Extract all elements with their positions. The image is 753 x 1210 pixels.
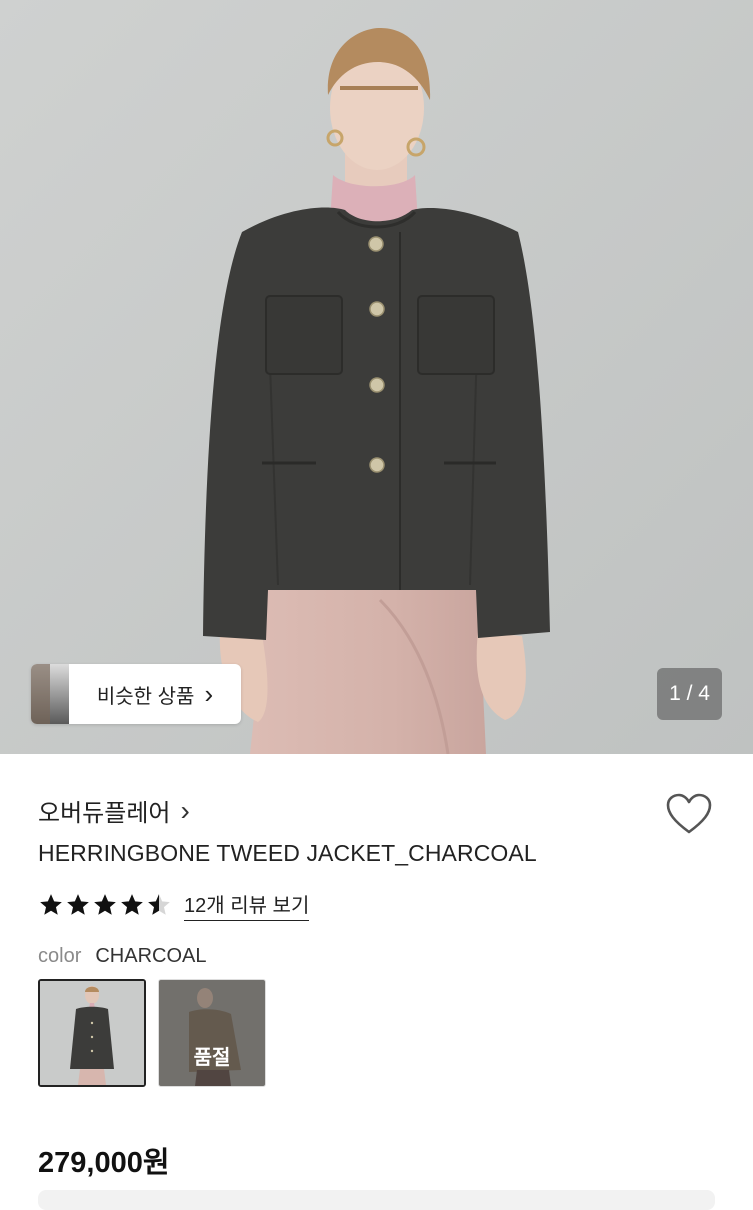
brand-link[interactable]: 오버듀플레어 › bbox=[38, 793, 190, 828]
product-photo bbox=[0, 0, 753, 754]
heart-icon[interactable] bbox=[664, 790, 714, 840]
swatch-charcoal[interactable] bbox=[38, 979, 146, 1087]
bottom-bar bbox=[38, 1190, 715, 1210]
star-icon bbox=[121, 894, 143, 915]
product-image-carousel[interactable]: 비슷한 상품 › 1 / 4 bbox=[0, 0, 753, 754]
star-icon bbox=[67, 894, 89, 915]
swatch-charcoal-thumbnail bbox=[40, 981, 144, 1085]
color-value: CHARCOAL bbox=[95, 945, 207, 967]
image-pager: 1 / 4 bbox=[657, 668, 722, 720]
similar-products-button[interactable]: 비슷한 상품 › bbox=[31, 664, 241, 724]
product-title: HERRINGBONE TWEED JACKET_CHARCOAL bbox=[38, 840, 537, 866]
product-price: 279,000원 bbox=[38, 1147, 170, 1179]
color-swatches: 품절 bbox=[38, 979, 266, 1087]
soldout-label: 품절 bbox=[159, 980, 265, 1086]
chevron-right-icon: › bbox=[180, 794, 190, 826]
chevron-right-icon: › bbox=[204, 679, 214, 709]
color-label: color bbox=[38, 945, 82, 967]
swatch-soldout[interactable]: 품절 bbox=[158, 979, 266, 1087]
brand-name: 오버듀플레어 bbox=[38, 800, 171, 827]
similar-products-label: 비슷한 상품 bbox=[96, 685, 195, 708]
star-icon bbox=[40, 894, 62, 915]
rating-row: 12개 리뷰 보기 bbox=[38, 889, 310, 921]
star-icon bbox=[94, 894, 116, 915]
half-star-icon bbox=[148, 894, 170, 915]
star-rating bbox=[38, 892, 172, 918]
similar-products-thumbnails bbox=[31, 664, 69, 724]
review-link[interactable]: 12개 리뷰 보기 bbox=[184, 889, 310, 921]
color-row: color CHARCOAL bbox=[38, 945, 207, 968]
